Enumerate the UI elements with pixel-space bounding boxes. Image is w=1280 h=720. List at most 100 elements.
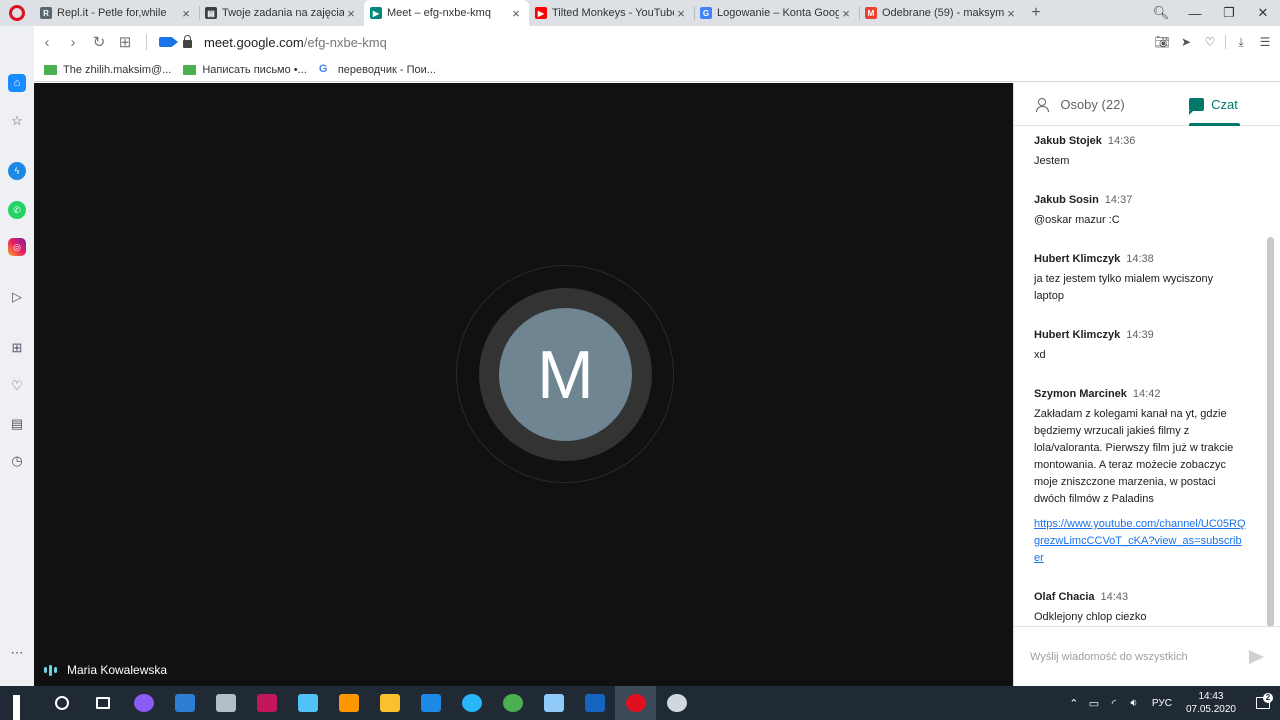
clock-time: 14:43 (1198, 691, 1224, 702)
panel-tabs: Osoby (22) Czat (1014, 83, 1280, 126)
forward-icon[interactable]: › (60, 34, 86, 51)
task-view-button[interactable] (82, 686, 123, 720)
whatsapp-icon[interactable]: ✆ (8, 201, 26, 219)
snapshot-icon[interactable]: 📷︎ (1153, 35, 1171, 49)
separator (146, 34, 147, 50)
reload-icon[interactable]: ↻ (86, 33, 112, 51)
taskbar-app-button[interactable] (615, 686, 656, 720)
browser-tab[interactable]: R Repl.it - Petle for,while × (34, 0, 199, 26)
message-header: Jakub Sosin 14:37 (1034, 194, 1266, 206)
devcpp-icon (584, 694, 605, 712)
message-time: 14:43 (1100, 591, 1129, 603)
start-button[interactable] (0, 686, 41, 720)
search-button[interactable] (41, 686, 82, 720)
send-icon[interactable] (1249, 649, 1264, 664)
instagram-icon[interactable]: ◎ (8, 238, 26, 256)
back-icon[interactable]: ‹ (34, 34, 60, 51)
speaker-label: Maria Kowalewska (44, 663, 167, 677)
taskbar-app-button[interactable] (492, 686, 533, 720)
close-tab-icon[interactable]: × (179, 6, 193, 21)
new-tab-button[interactable]: + (1024, 0, 1048, 26)
history-icon[interactable]: ◷ (8, 452, 26, 470)
taskbar-app-button[interactable] (410, 686, 451, 720)
messenger-icon[interactable]: ϟ (8, 162, 26, 180)
easy-setup-icon[interactable]: ☰ (1256, 35, 1274, 49)
news-icon[interactable]: ▤ (8, 415, 26, 433)
chevron-up-icon[interactable]: ⌃ (1064, 697, 1084, 710)
speed-dial-icon[interactable]: ⊞ (112, 33, 138, 51)
taskbar-app-button[interactable] (164, 686, 205, 720)
tab-strip: R Repl.it - Petle for,while × ▤ Twoje zadani… (0, 0, 1280, 26)
browser-tab[interactable]: ▤ Twoje zadania na zajęciach × (199, 0, 364, 26)
bookmark-label: The zhilih.maksim@... (63, 63, 172, 76)
home-icon[interactable]: ⌂ (8, 74, 26, 92)
tab-favicon-icon: G (700, 7, 712, 19)
taskbar-app-button[interactable] (287, 686, 328, 720)
video-stage: M Maria Kowalewska (34, 83, 1013, 686)
notification-center-button[interactable]: 2 (1246, 693, 1280, 709)
tab-people[interactable]: Osoby (22) (1014, 83, 1147, 125)
bookmarks-heart-icon[interactable]: ♡ (8, 377, 26, 395)
opera-menu-button[interactable] (0, 0, 34, 26)
participant-avatar: M (499, 308, 632, 441)
taskbar-app-button[interactable] (533, 686, 574, 720)
tab-chat[interactable]: Czat (1147, 83, 1280, 125)
taskbar-app-button[interactable] (123, 686, 164, 720)
taskbar-app-button[interactable] (246, 686, 287, 720)
bookmark-heart-icon[interactable]: ♡ (1201, 35, 1219, 49)
window-controls: 🔍︎ — ❐ ✕ (1144, 0, 1280, 26)
chat-message-input[interactable] (1030, 650, 1249, 663)
download-icon[interactable]: ⤓ (1232, 35, 1250, 50)
bookmark-item[interactable]: The zhilih.maksim@... (44, 64, 171, 76)
clock[interactable]: 14:43 07.05.2020 (1186, 690, 1236, 716)
tab-favicon-icon: M (865, 7, 877, 19)
search-icon (54, 696, 69, 710)
browser-tab[interactable]: M Odebrane (59) - maksym.zhilih@gmail.com… (859, 0, 1024, 26)
google-icon: G (318, 63, 328, 75)
url-path: /efg-nxbe-kmq (303, 34, 387, 50)
volume-icon[interactable]: 🔉︎ (1124, 697, 1144, 710)
meet-site-icon (159, 37, 178, 47)
message-text: ja tez jestem tylko mialem wyciszony lap… (1034, 273, 1214, 302)
chat-scrollbar[interactable] (1267, 237, 1274, 627)
speaker-name: Maria Kowalewska (67, 663, 168, 677)
bookmark-item[interactable]: Gпереводчик - Пои... (319, 63, 436, 76)
browser-tab[interactable]: ▶ Tilted Monkeys - YouTube × (529, 0, 694, 26)
search-tabs-icon[interactable]: 🔍︎ (1144, 0, 1178, 26)
restore-button[interactable]: ❐ (1212, 0, 1246, 26)
wifi-icon[interactable]: ◜ (1104, 697, 1124, 710)
taskbar-app-button[interactable] (369, 686, 410, 720)
bookmark-item[interactable]: Написать письмо •... (183, 64, 307, 76)
url-field[interactable]: meet.google.com/efg-nxbe-kmq (204, 35, 387, 50)
more-icon[interactable]: ⋯ (8, 644, 26, 662)
lock-icon[interactable] (183, 34, 192, 48)
battery-icon[interactable]: ▭ (1084, 697, 1104, 710)
my-flow-icon[interactable]: ☆ (8, 112, 26, 130)
close-tab-icon[interactable]: × (1004, 6, 1018, 21)
bookmarks-bar: The zhilih.maksim@... Написать письмо •..… (34, 58, 1280, 82)
close-tab-icon[interactable]: × (509, 6, 523, 21)
opera-logo-icon (9, 5, 25, 21)
browser-tab[interactable]: G Logowanie – Konta Google × (694, 0, 859, 26)
side-panel: Osoby (22) Czat Jakub Stojek 14:36 Jestem J… (1013, 83, 1280, 686)
player-icon[interactable]: ▷ (8, 288, 26, 306)
workspaces-icon[interactable]: ⊞ (8, 339, 26, 357)
close-tab-icon[interactable]: × (839, 6, 853, 21)
taskbar-app-button[interactable] (451, 686, 492, 720)
language-indicator[interactable]: РУС (1152, 698, 1172, 709)
minimize-button[interactable]: — (1178, 0, 1212, 26)
close-tab-icon[interactable]: × (344, 6, 358, 21)
taskbar-app-button[interactable] (328, 686, 369, 720)
send-to-flow-icon[interactable]: ➤ (1177, 35, 1195, 49)
message-link[interactable]: https://www.youtube.com/channel/UC05RQgr… (1034, 516, 1246, 567)
taskbar-app-button[interactable] (656, 686, 697, 720)
message-text: Zakładam z kolegami kanał na yt, gdzie b… (1034, 408, 1234, 505)
taskbar-app-button[interactable] (205, 686, 246, 720)
tab-title: Odebrane (59) - maksym.zhilih@gmail.com (882, 7, 1004, 19)
installer-icon (297, 694, 318, 712)
close-window-button[interactable]: ✕ (1246, 0, 1280, 26)
close-tab-icon[interactable]: × (674, 6, 688, 21)
browser-tab[interactable]: ▶ Meet – efg-nxbe-kmq × (364, 0, 529, 26)
taskbar-app-button[interactable] (574, 686, 615, 720)
separator (1225, 35, 1226, 49)
